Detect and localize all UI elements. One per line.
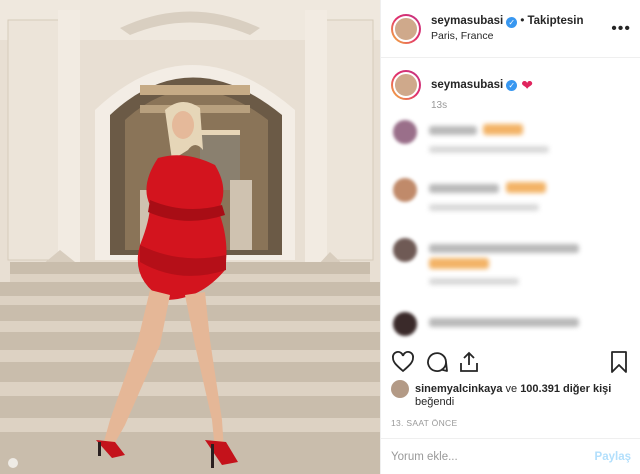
comment-emoji-blurred xyxy=(483,124,523,135)
share-icon[interactable] xyxy=(457,350,481,374)
avatar[interactable] xyxy=(393,15,419,42)
comment-text-blurred xyxy=(429,318,579,327)
post-side-panel: seymasubasi ✓ • Takiptesin Paris, France ••… xyxy=(380,0,640,474)
verified-badge-icon: ✓ xyxy=(506,17,518,28)
bookmark-icon[interactable] xyxy=(607,350,631,374)
liker-avatar[interactable] xyxy=(391,380,409,398)
comment-row xyxy=(391,120,631,160)
post-photo[interactable] xyxy=(0,0,380,474)
instagram-post: seymasubasi ✓ • Takiptesin Paris, France ••… xyxy=(0,0,640,474)
comment-emoji-blurred xyxy=(506,182,546,193)
comment-avatar[interactable] xyxy=(393,312,417,336)
comment-emoji-blurred xyxy=(429,258,489,269)
more-options-icon[interactable]: ••• xyxy=(611,20,631,38)
caption-time[interactable]: 13s xyxy=(431,100,447,111)
comment-row xyxy=(391,178,631,218)
comment-meta-blurred xyxy=(429,204,539,211)
story-ring[interactable] xyxy=(391,13,421,44)
likes-suffix: beğendi xyxy=(415,396,455,408)
comment-text-blurred xyxy=(429,126,477,135)
post-header: seymasubasi ✓ • Takiptesin Paris, France ••… xyxy=(381,0,640,58)
caption-avatar[interactable] xyxy=(393,72,419,98)
heart-outline-icon[interactable] xyxy=(391,350,415,374)
heart-emoji: ❤ xyxy=(521,76,533,93)
comment-bubble-icon[interactable] xyxy=(425,350,449,374)
header-top-line: seymasubasi ✓ • Takiptesin xyxy=(431,13,583,29)
likes-connector: ve xyxy=(502,382,521,395)
username-link[interactable]: seymasubasi xyxy=(431,15,503,27)
resize-handle xyxy=(8,458,18,468)
comment-meta-blurred xyxy=(429,146,549,153)
photo-scene xyxy=(0,0,380,474)
comment-text-blurred xyxy=(429,184,499,193)
comment-input[interactable] xyxy=(391,450,595,463)
separator-dot: • xyxy=(520,13,525,27)
action-bar xyxy=(391,350,631,376)
comment-text-blurred xyxy=(429,244,579,253)
following-button[interactable]: Takiptesin xyxy=(527,15,583,27)
comment-row xyxy=(391,312,631,352)
likes-line: sinemyalcinkaya ve 100.391 diğer kişi xyxy=(415,383,611,396)
post-comment-button[interactable]: Paylaş xyxy=(595,451,631,463)
comment-avatar[interactable] xyxy=(393,120,417,144)
caption-avatar-ring[interactable] xyxy=(391,70,421,100)
header-text: seymasubasi ✓ • Takiptesin Paris, France xyxy=(431,13,583,44)
comment-row xyxy=(391,238,631,285)
caption-username[interactable]: seymasubasi xyxy=(431,79,503,91)
post-timestamp[interactable]: 13. SAAT ÖNCE xyxy=(391,418,457,428)
likes-count-link[interactable]: 100.391 diğer kişi xyxy=(520,383,611,395)
comment-meta-blurred xyxy=(429,278,519,285)
add-comment-bar: Paylaş xyxy=(381,438,640,474)
comment-avatar[interactable] xyxy=(393,238,417,262)
location-link[interactable]: Paris, France xyxy=(431,29,583,44)
caption: seymasubasi ✓ ❤ xyxy=(391,70,533,100)
liker-username[interactable]: sinemyalcinkaya xyxy=(415,383,502,395)
verified-badge-icon: ✓ xyxy=(506,79,518,91)
comment-avatar[interactable] xyxy=(393,178,417,202)
